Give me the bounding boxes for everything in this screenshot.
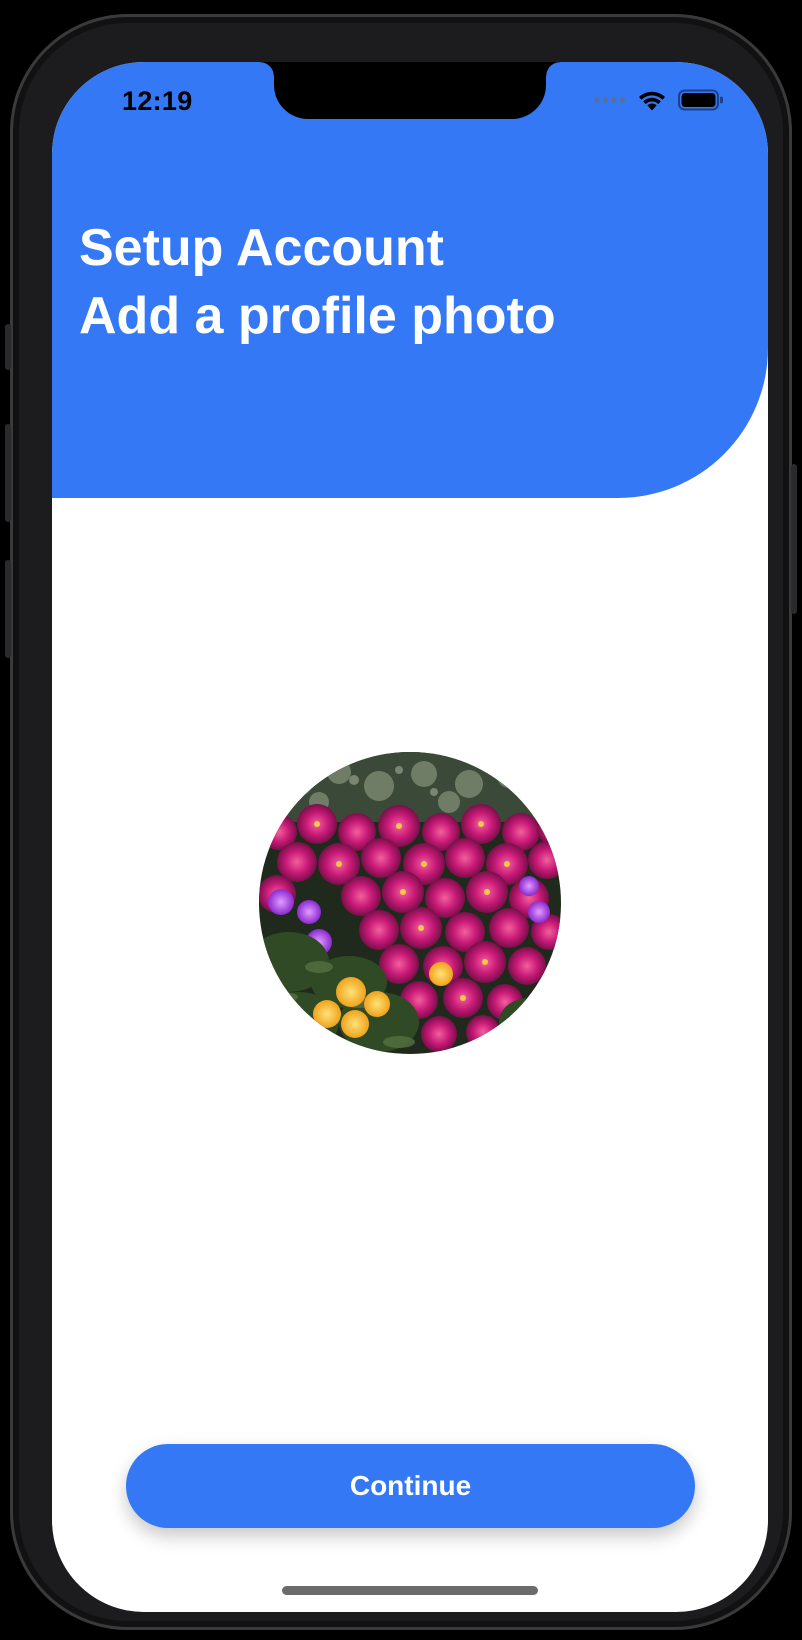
power-button <box>791 464 797 614</box>
battery-icon <box>678 89 723 111</box>
page-title: Setup Account <box>79 219 444 277</box>
volume-down-button <box>5 560 11 658</box>
header-banner: 12:19 Setup Account Add a profile photo <box>52 62 768 498</box>
signal-dots-icon <box>594 97 626 103</box>
profile-photo[interactable] <box>259 752 561 1054</box>
header-titles: Setup Account Add a profile photo <box>79 214 556 350</box>
flower-photo <box>259 752 561 1054</box>
home-indicator[interactable] <box>282 1586 538 1595</box>
screen: 12:19 Setup Account Add a profile photo … <box>52 62 768 1612</box>
status-icons <box>594 89 724 111</box>
status-time: 12:19 <box>122 86 193 116</box>
phone-frame: 12:19 Setup Account Add a profile photo … <box>5 14 797 1630</box>
notch <box>260 62 560 119</box>
page-subtitle: Add a profile photo <box>79 287 556 345</box>
continue-button[interactable]: Continue <box>126 1444 695 1528</box>
wifi-icon <box>639 91 665 110</box>
mute-switch <box>5 324 11 370</box>
volume-up-button <box>5 424 11 522</box>
